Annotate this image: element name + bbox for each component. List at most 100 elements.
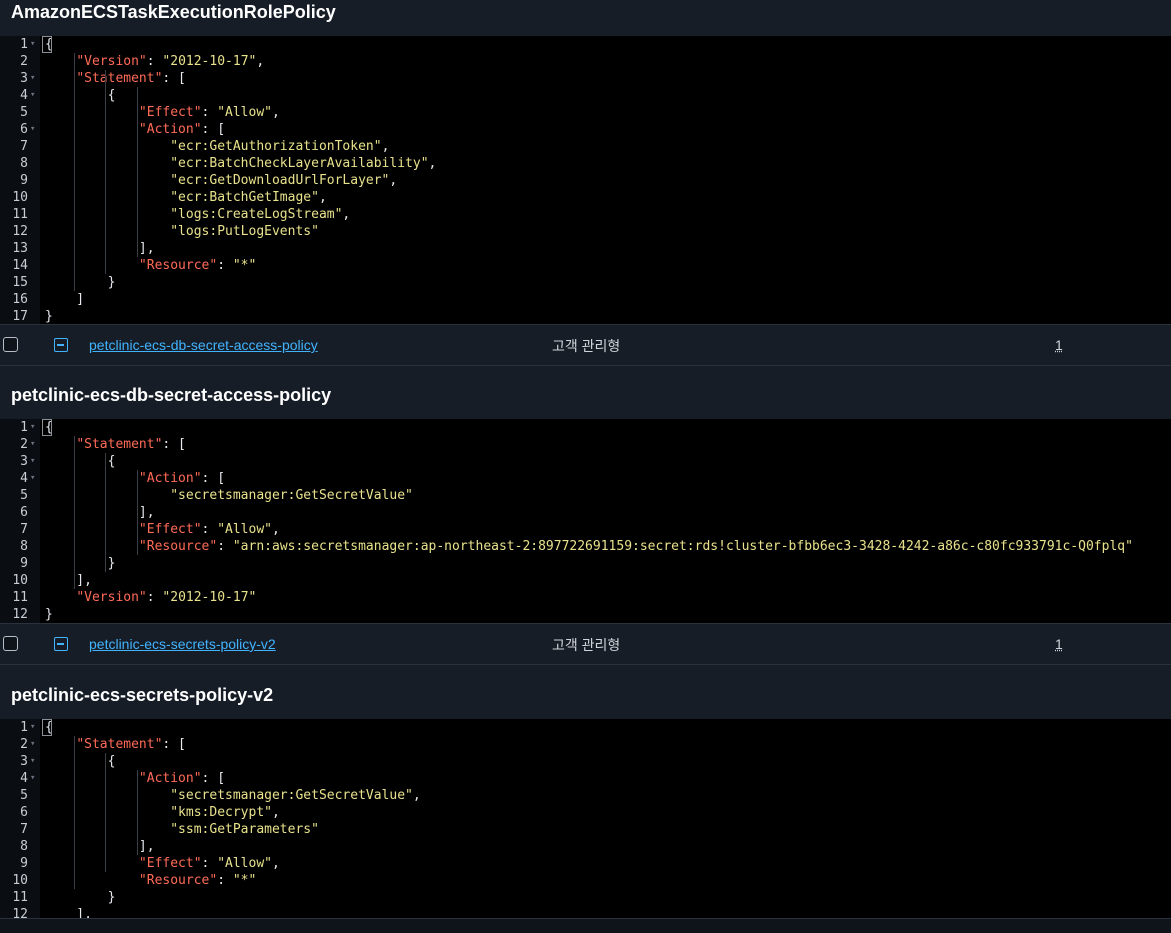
code-line: 7 "Effect": "Allow", — [0, 521, 1171, 538]
code-line: 17} — [0, 308, 1171, 324]
fold-arrow-icon[interactable]: ▾ — [30, 770, 35, 787]
collapse-minus-icon[interactable] — [54, 637, 68, 651]
indent-guide — [136, 770, 138, 855]
fold-arrow-icon[interactable]: ▾ — [30, 436, 35, 453]
policy-heading-3: petclinic-ecs-secrets-policy-v2 — [0, 665, 1171, 719]
row-select-checkbox[interactable] — [3, 636, 18, 651]
code-text: } — [45, 890, 116, 905]
line-number: 4 — [20, 471, 28, 486]
code-line: 6 "kms:Decrypt", — [0, 804, 1171, 821]
code-line: 10 "Resource": "*" — [0, 872, 1171, 889]
line-number: 11 — [12, 890, 28, 905]
code-line: 5 "secretsmanager:GetSecretValue" — [0, 487, 1171, 504]
code-line: 10 ], — [0, 572, 1171, 589]
code-text: "Effect": "Allow", — [138, 856, 280, 871]
code-line: 4 ▾ "Action": [ — [0, 470, 1171, 487]
code-line: 11 "Version": "2012-10-17" — [0, 589, 1171, 606]
policy-name-link[interactable]: petclinic-ecs-db-secret-access-policy — [89, 337, 318, 353]
code-text: ], — [45, 241, 155, 256]
line-number: 1 — [20, 37, 28, 52]
code-line: 7 "ecr:GetAuthorizationToken", — [0, 138, 1171, 155]
row-select-checkbox[interactable] — [3, 337, 18, 352]
code-text: "Statement": [ — [76, 71, 186, 86]
line-number: 6 — [20, 805, 28, 820]
code-text: ] — [45, 292, 85, 307]
code-line: 12} — [0, 606, 1171, 623]
code-line: 1 ▾{ — [0, 719, 1171, 736]
code-text: "ecr:GetAuthorizationToken", — [170, 139, 390, 154]
indent-guide — [74, 436, 76, 589]
code-line: 12 "logs:PutLogEvents" — [0, 223, 1171, 240]
policy-heading-1: AmazonECSTaskExecutionRolePolicy — [0, 0, 1171, 36]
line-number: 3 — [20, 754, 28, 769]
policy-row-2: petclinic-ecs-secrets-policy-v2 고객 관리형 1 — [0, 623, 1171, 665]
line-number: 6 — [20, 505, 28, 520]
fold-arrow-icon[interactable]: ▾ — [30, 419, 35, 436]
fold-arrow-icon[interactable]: ▾ — [30, 736, 35, 753]
code-line: 5 "secretsmanager:GetSecretValue", — [0, 787, 1171, 804]
line-number: 10 — [12, 190, 28, 205]
policy-json-editor-1[interactable]: 1 ▾{2 "Version": "2012-10-17", 3 ▾ "Stateme… — [0, 36, 1171, 324]
collapse-minus-icon[interactable] — [54, 338, 68, 352]
code-line: 6 ], — [0, 504, 1171, 521]
line-number: 6 — [20, 122, 28, 137]
code-line: 8 ], — [0, 838, 1171, 855]
code-text: "Version": "2012-10-17" — [76, 590, 257, 605]
code-line: 8 "Resource": "arn:aws:secretsmanager:ap… — [0, 538, 1171, 555]
line-number: 5 — [20, 488, 28, 503]
line-number: 7 — [20, 139, 28, 154]
code-text: "Statement": [ — [76, 737, 186, 752]
code-line: 11 "logs:CreateLogStream", — [0, 206, 1171, 223]
indent-guide — [136, 87, 138, 257]
line-number: 12 — [12, 907, 28, 918]
policy-json-editor-2[interactable]: 1 ▾{2 ▾ "Statement": [3 ▾ {4 ▾ "Action": [5 … — [0, 419, 1171, 623]
code-text: } — [45, 607, 53, 622]
code-line: 2 ▾ "Statement": [ — [0, 436, 1171, 453]
line-number: 5 — [20, 105, 28, 120]
page-footer — [0, 918, 1171, 933]
fold-arrow-icon[interactable]: ▾ — [30, 121, 35, 138]
fold-arrow-icon[interactable]: ▾ — [30, 70, 35, 87]
line-number: 1 — [20, 720, 28, 735]
bracket-match-highlight — [42, 719, 52, 736]
fold-arrow-icon[interactable]: ▾ — [30, 453, 35, 470]
code-text: ], — [45, 505, 155, 520]
fold-arrow-icon[interactable]: ▾ — [30, 87, 35, 104]
code-line: 3 ▾ { — [0, 453, 1171, 470]
line-number: 8 — [20, 156, 28, 171]
indent-guide — [136, 470, 138, 555]
policy-name-link[interactable]: petclinic-ecs-secrets-policy-v2 — [89, 636, 276, 652]
code-line: 12 ], — [0, 906, 1171, 918]
policy-row-1: petclinic-ecs-db-secret-access-policy 고객… — [0, 324, 1171, 366]
fold-arrow-icon[interactable]: ▾ — [30, 753, 35, 770]
indent-guide — [105, 70, 107, 274]
line-number: 4 — [20, 88, 28, 103]
policy-type: 고객 관리형 — [552, 338, 621, 354]
line-number: 10 — [12, 873, 28, 888]
code-text: ], — [45, 573, 92, 588]
policy-json-editor-3[interactable]: 1 ▾{2 ▾ "Statement": [3 ▾ {4 ▾ "Action": [5 … — [0, 719, 1171, 918]
code-line: 9 "ecr:GetDownloadUrlForLayer", — [0, 172, 1171, 189]
line-number: 9 — [20, 856, 28, 871]
code-text: "Resource": "arn:aws:secretsmanager:ap-n… — [138, 539, 1133, 554]
line-number: 14 — [12, 258, 28, 273]
attached-count[interactable]: 1 — [1055, 636, 1063, 652]
line-number: 11 — [12, 590, 28, 605]
code-text: "Action": [ — [138, 471, 226, 486]
line-number: 16 — [12, 292, 28, 307]
code-text: "Version": "2012-10-17", — [76, 54, 265, 69]
line-number: 10 — [12, 573, 28, 588]
line-number: 2 — [20, 437, 28, 452]
fold-arrow-icon[interactable]: ▾ — [30, 719, 35, 736]
attached-count[interactable]: 1 — [1055, 337, 1063, 353]
code-line: 2 ▾ "Statement": [ — [0, 736, 1171, 753]
code-text: "Statement": [ — [76, 437, 186, 452]
line-number: 3 — [20, 71, 28, 86]
code-text: ], — [45, 907, 92, 918]
fold-arrow-icon[interactable]: ▾ — [30, 470, 35, 487]
line-number: 7 — [20, 522, 28, 537]
fold-arrow-icon[interactable]: ▾ — [30, 36, 35, 53]
code-text: "Action": [ — [138, 122, 226, 137]
line-number: 4 — [20, 771, 28, 786]
code-line: 4 ▾ "Action": [ — [0, 770, 1171, 787]
